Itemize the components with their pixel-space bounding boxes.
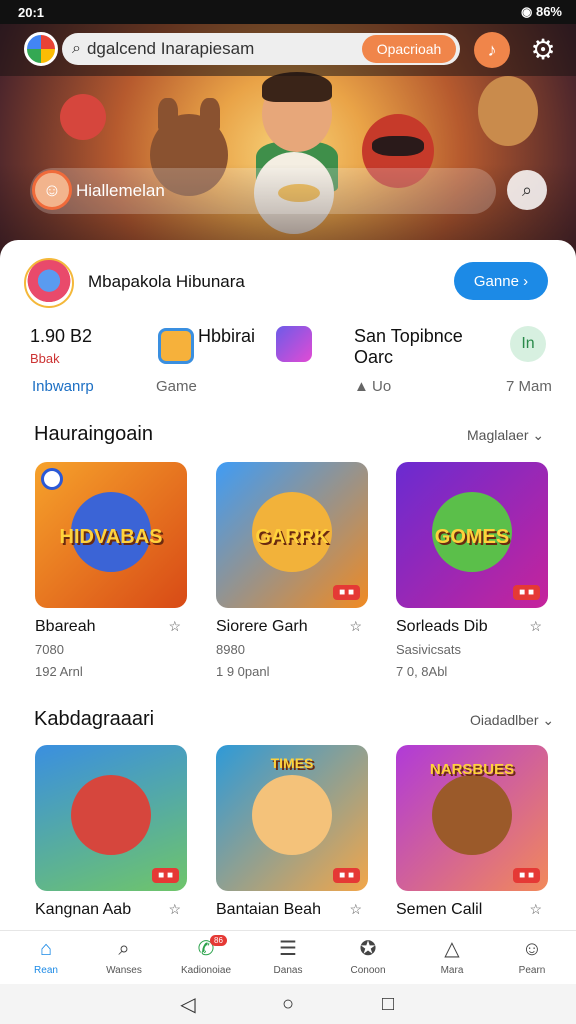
status-icons: ◉ 86% (521, 4, 562, 20)
nav-chat[interactable]: ✆ 86 Kadionoiae (174, 935, 238, 976)
battery-level: ◉ 86% (521, 4, 562, 19)
label-1[interactable]: Inbwanrp (32, 378, 94, 395)
nav-store[interactable]: △ Mara (420, 937, 484, 976)
bookmark-icon[interactable]: ☆ (349, 901, 362, 918)
bookmark-icon[interactable]: ☆ (168, 618, 181, 635)
game-card[interactable]: HIDVABAS Bbareah ☆ 7080 192 Arnl (35, 462, 187, 679)
chat-icon (158, 328, 194, 364)
stat-category: Hbbirai (198, 326, 256, 346)
status-bar: 20:1 ◉ 86% (0, 0, 576, 24)
stat-downloads: 1.90 B2 Bbak (30, 326, 93, 366)
voice-icon[interactable]: ♪ (474, 32, 510, 68)
bottom-navigation: ⌂ Rean ⌕ Wanses ✆ 86 Kadionoiae ☰ Danas … (0, 930, 576, 984)
app-logo[interactable] (24, 32, 58, 66)
gear-icon[interactable]: ⚙ (526, 32, 560, 66)
hero-search-icon[interactable]: ⌕ (507, 170, 547, 210)
stat-rating: San Topibnce Oarc (354, 326, 463, 367)
thumbs-up-icon: ▲ (354, 378, 369, 395)
nav-profile[interactable]: ☺ Pearn (500, 937, 564, 976)
game-card[interactable]: GOMES ■ ■ Sorleads Dib ☆ Sasivicsats 7 0… (396, 462, 548, 679)
section-more-2[interactable]: Oiadadlber ⌄ (470, 712, 554, 729)
section-more-1[interactable]: Maglalaer ⌄ (467, 427, 544, 444)
featured-app-icon[interactable] (24, 258, 74, 308)
bookmark-icon[interactable]: ☆ (529, 618, 542, 635)
chat-icon: ✆ (197, 938, 215, 960)
recents-icon[interactable]: □ (377, 993, 399, 1015)
content-sheet: Mbapakola Hibunara Ganne › 1.90 B2 Bbak … (0, 240, 576, 930)
game-card[interactable]: TIMES ■ ■ Bantaian Beah ☆ (216, 745, 368, 918)
library-icon: ☰ (279, 938, 297, 960)
section-title-2: Kabdagraaari (34, 708, 155, 730)
search-input[interactable]: dgalcend Inarapiesam (87, 39, 254, 59)
system-navigation: ◁ ○ □ (0, 984, 576, 1024)
back-icon[interactable]: ◁ (177, 993, 199, 1016)
hero-banner: ⌕ dgalcend Inarapiesam Opacrioah ♪ ⚙ ☺ H… (0, 24, 576, 260)
bookmark-icon[interactable]: ☆ (168, 901, 181, 918)
info-badge: In (510, 326, 546, 362)
game-thumbnail[interactable]: NARSBUES ■ ■ (396, 745, 548, 891)
search-icon: ⌕ (72, 40, 81, 57)
game-card[interactable]: ■ ■ Kangnan Aab ☆ (35, 745, 187, 918)
game-button[interactable]: Ganne › (454, 262, 548, 300)
hero-caption[interactable]: Hiallemelan (30, 168, 496, 214)
featured-app-name: Mbapakola Hibunara (88, 272, 245, 291)
bookmark-icon[interactable]: ☆ (349, 618, 362, 635)
game-thumbnail[interactable]: HIDVABAS (35, 462, 187, 608)
search-bar[interactable]: ⌕ dgalcend Inarapiesam Opacrioah (62, 33, 460, 65)
nav-search[interactable]: ⌕ Wanses (92, 937, 156, 976)
store-icon: △ (444, 938, 460, 960)
notification-badge: 86 (210, 935, 227, 946)
game-thumbnail[interactable]: GARRK ■ ■ (216, 462, 368, 608)
game-thumbnail[interactable]: TIMES ■ ■ (216, 745, 368, 891)
search-button[interactable]: Opacrioah (362, 35, 456, 63)
compass-icon: ✪ (359, 938, 377, 960)
game-card[interactable]: NARSBUES ■ ■ Semen Calil ☆ (396, 745, 548, 918)
bookmark-icon[interactable]: ☆ (529, 901, 542, 918)
home-icon: ⌂ (39, 938, 53, 960)
game-thumbnail[interactable]: GOMES ■ ■ (396, 462, 548, 608)
game-card[interactable]: GARRK ■ ■ Siorere Garh ☆ 8980 1 9 0panl (216, 462, 368, 679)
nav-home[interactable]: ⌂ Rean (14, 937, 78, 976)
profile-icon: ☺ (521, 938, 543, 960)
label-3: Uo (372, 378, 392, 395)
home-circle-icon[interactable]: ○ (277, 993, 299, 1015)
section-title-1: Hauraingoain (34, 423, 153, 445)
clock: 20:1 (18, 4, 45, 20)
game-thumbnail[interactable]: ■ ■ (35, 745, 187, 891)
label-4: 7 Mam (506, 378, 552, 395)
stat-labels: Inbwanrp Game ▲ Uo 7 Mam (32, 378, 552, 398)
share-icon (276, 326, 312, 362)
nav-compass[interactable]: ✪ Conoon (336, 937, 400, 976)
avatar[interactable]: ☺ (32, 170, 72, 210)
nav-library[interactable]: ☰ Danas (256, 937, 320, 976)
search-icon: ⌕ (118, 938, 130, 960)
featured-app-row: Mbapakola Hibunara Ganne › (24, 258, 554, 308)
label-2: Game (156, 378, 197, 395)
